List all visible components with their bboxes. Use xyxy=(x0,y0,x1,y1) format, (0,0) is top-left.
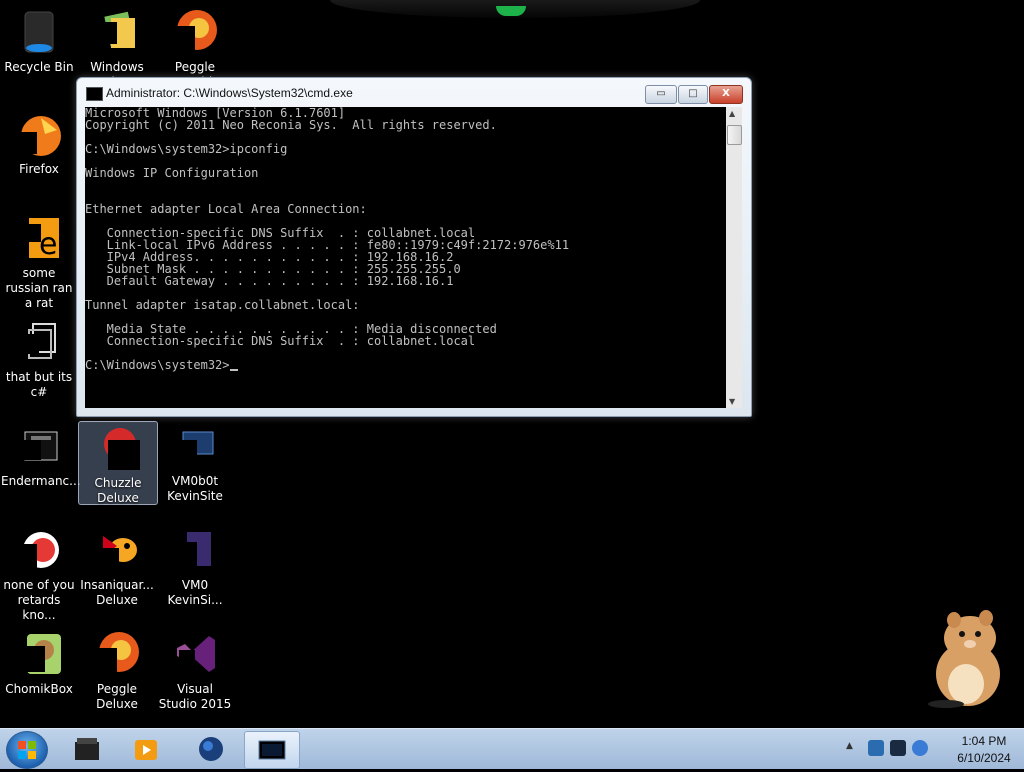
shortcut-icon xyxy=(15,318,63,366)
chomikbox-icon xyxy=(15,630,63,678)
desktop-icon-vm0b0t-kevinsite[interactable]: VM0b0t KevinSite xyxy=(156,416,234,504)
console-line: C:\Windows\system32>ipconfig xyxy=(85,142,288,156)
console-prompt-line: C:\Windows\system32> xyxy=(85,359,726,371)
windows-logo-icon xyxy=(18,741,36,759)
opera-like-icon xyxy=(15,526,63,574)
globe-icon xyxy=(199,737,223,761)
close-icon: X xyxy=(722,88,730,99)
taskbar: ▲ 1:04 PM 6/10/2024 xyxy=(0,728,1024,769)
show-hidden-icons-icon[interactable]: ▲ xyxy=(846,741,853,751)
close-button[interactable]: X xyxy=(709,85,743,104)
cmd-icon xyxy=(258,740,286,760)
console-line: Tunnel adapter isatap.collabnet.local: xyxy=(85,298,360,312)
cmd-window-title: Administrator: C:\Windows\System32\cmd.e… xyxy=(106,86,353,100)
recycle-bin-icon xyxy=(15,8,63,56)
start-button[interactable] xyxy=(6,731,48,769)
desktop-icon-none-of-you-retards[interactable]: none of you retards kno... xyxy=(0,520,78,623)
system-tray: ▲ 1:04 PM 6/10/2024 xyxy=(834,729,1024,769)
rat-tool-icon: e xyxy=(15,214,63,262)
minimize-button[interactable]: ▭ xyxy=(645,85,677,104)
text-cursor xyxy=(229,369,238,371)
console-line: Ethernet adapter Local Area Connection: xyxy=(85,202,367,216)
scroll-down-arrow-icon[interactable]: ▼ xyxy=(729,397,735,406)
console-prompt: C:\Windows\system32> xyxy=(85,358,230,372)
firefox-icon xyxy=(15,110,63,158)
display-icon[interactable] xyxy=(890,740,906,756)
vm-shortcut-icon xyxy=(171,422,219,470)
maximize-button[interactable]: □ xyxy=(678,85,708,104)
desktop-top-decoration xyxy=(330,0,700,18)
svg-text:e: e xyxy=(39,227,57,262)
clock[interactable]: 1:04 PM 6/10/2024 xyxy=(944,733,1024,767)
hamster-desktop-buddy[interactable] xyxy=(920,604,1008,708)
cmd-window[interactable]: Administrator: C:\Windows\System32\cmd.e… xyxy=(76,77,752,417)
scroll-up-arrow-icon[interactable]: ▲ xyxy=(729,109,735,118)
desktop-icon-chuzzle-deluxe[interactable]: Chuzzle Deluxe xyxy=(78,421,158,505)
cmd-app-icon xyxy=(86,87,103,101)
desktop-icon-some-russian-ran-a-rat[interactable]: e some russian ran a rat xyxy=(0,208,78,311)
console-line: Copyright (c) 2011 Neo Reconia Sys. All … xyxy=(85,118,497,132)
maximize-icon: □ xyxy=(688,88,698,99)
visual-studio-icon xyxy=(171,630,219,678)
media-player-icon xyxy=(135,740,157,760)
peggle-world-icon xyxy=(171,8,219,56)
desktop-icon-insaniquarium-deluxe[interactable]: Insaniquar... Deluxe xyxy=(78,520,156,608)
endermanch-icon xyxy=(15,422,63,470)
desktop-icon-recycle-bin[interactable]: Recycle Bin xyxy=(0,2,78,75)
clock-time: 1:04 PM xyxy=(961,734,1007,748)
clock-date: 6/10/2024 xyxy=(957,751,1011,765)
desktop-icon-that-but-its-csharp[interactable]: that but its c# xyxy=(0,312,78,400)
minimize-icon: ▭ xyxy=(656,88,666,99)
explorer-icon xyxy=(75,738,99,760)
console-output[interactable]: Microsoft Windows [Version 6.1.7601] Copy… xyxy=(85,107,726,408)
windows-live-icon xyxy=(93,8,141,56)
desktop-icon-visual-studio-2015[interactable]: Visual Studio 2015 xyxy=(156,624,234,712)
vm-file-icon xyxy=(171,526,219,574)
scroll-thumb[interactable] xyxy=(727,125,742,145)
volume-icon[interactable] xyxy=(912,740,928,756)
taskbar-explorer-button[interactable] xyxy=(60,731,114,767)
fish-icon xyxy=(93,526,141,574)
desktop-icon-chomikbox[interactable]: ChomikBox xyxy=(0,624,78,697)
taskbar-cmd-button[interactable] xyxy=(244,731,300,769)
console-line: Windows IP Configuration xyxy=(85,166,259,180)
cmd-titlebar[interactable]: Administrator: C:\Windows\System32\cmd.e… xyxy=(77,78,751,106)
peggle-deluxe-icon xyxy=(93,630,141,678)
chuzzle-icon xyxy=(94,424,142,472)
desktop-icon-vm0-kevinsite[interactable]: VM0 KevinSi... xyxy=(156,520,234,608)
desktop-icon-peggle-deluxe[interactable]: Peggle Deluxe xyxy=(78,624,156,712)
console-line: Connection-specific DNS Suffix . : colla… xyxy=(85,334,476,348)
network-icon[interactable] xyxy=(868,740,884,756)
desktop-icon-endermanch[interactable]: Endermanc... xyxy=(0,416,81,489)
console-scrollbar[interactable]: ▲ ▼ xyxy=(726,107,742,408)
console-line: Default Gateway . . . . . . . . . : 192.… xyxy=(85,274,454,288)
desktop-icon-firefox[interactable]: Firefox xyxy=(0,104,78,177)
taskbar-media-player-button[interactable] xyxy=(120,731,174,767)
green-led xyxy=(496,6,526,16)
taskbar-internet-button[interactable] xyxy=(184,731,238,767)
